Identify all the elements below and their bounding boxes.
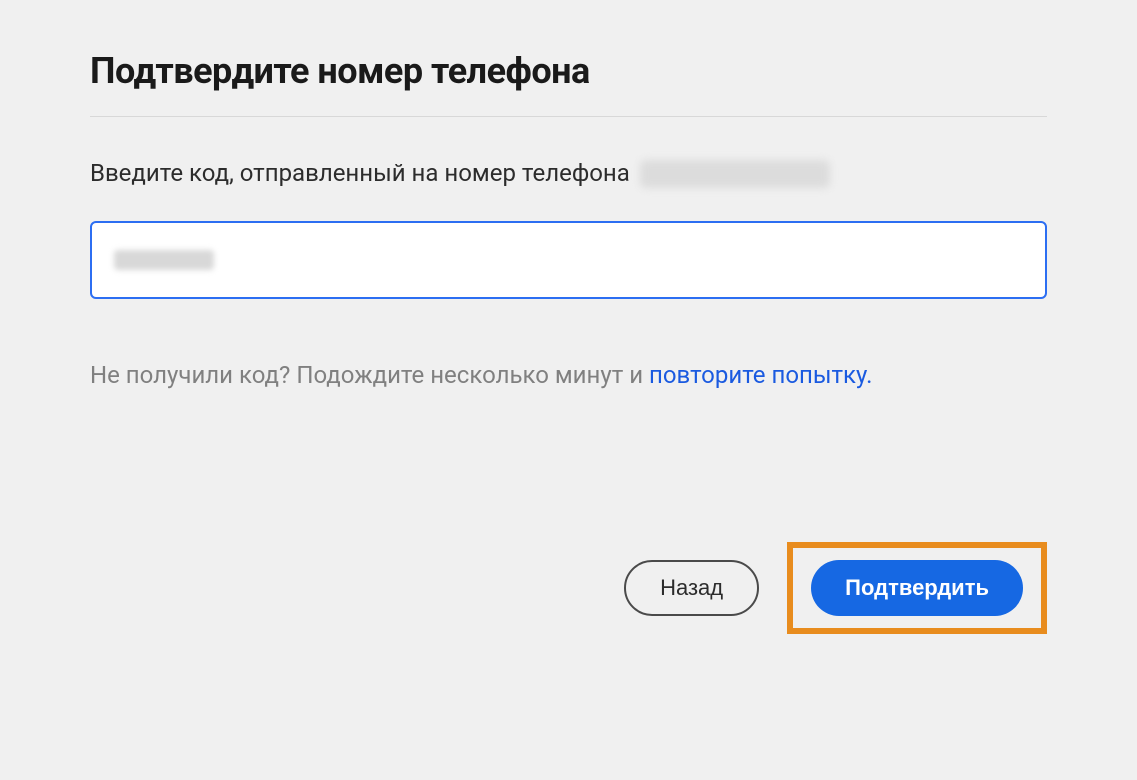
back-button[interactable]: Назад xyxy=(624,560,759,616)
resend-row: Не получили код? Подождите несколько мин… xyxy=(90,359,1047,393)
page-title: Подтвердите номер телефона xyxy=(90,50,1047,92)
code-input-wrapper xyxy=(90,221,1047,299)
button-row: Назад Подтвердить xyxy=(90,542,1047,634)
resend-prefix-text: Не получили код? Подождите несколько мин… xyxy=(90,361,649,389)
resend-link[interactable]: повторите попытку. xyxy=(649,361,872,389)
confirm-highlight-box: Подтвердить xyxy=(787,542,1047,634)
verification-code-input[interactable] xyxy=(90,221,1047,299)
instruction-row: Введите код, отправленный на номер телеф… xyxy=(90,157,1047,191)
phone-number-redacted xyxy=(640,160,830,188)
instruction-text: Введите код, отправленный на номер телеф… xyxy=(90,157,630,191)
divider xyxy=(90,116,1047,117)
verify-phone-panel: Подтвердите номер телефона Введите код, … xyxy=(90,50,1047,634)
confirm-button[interactable]: Подтвердить xyxy=(811,560,1023,616)
